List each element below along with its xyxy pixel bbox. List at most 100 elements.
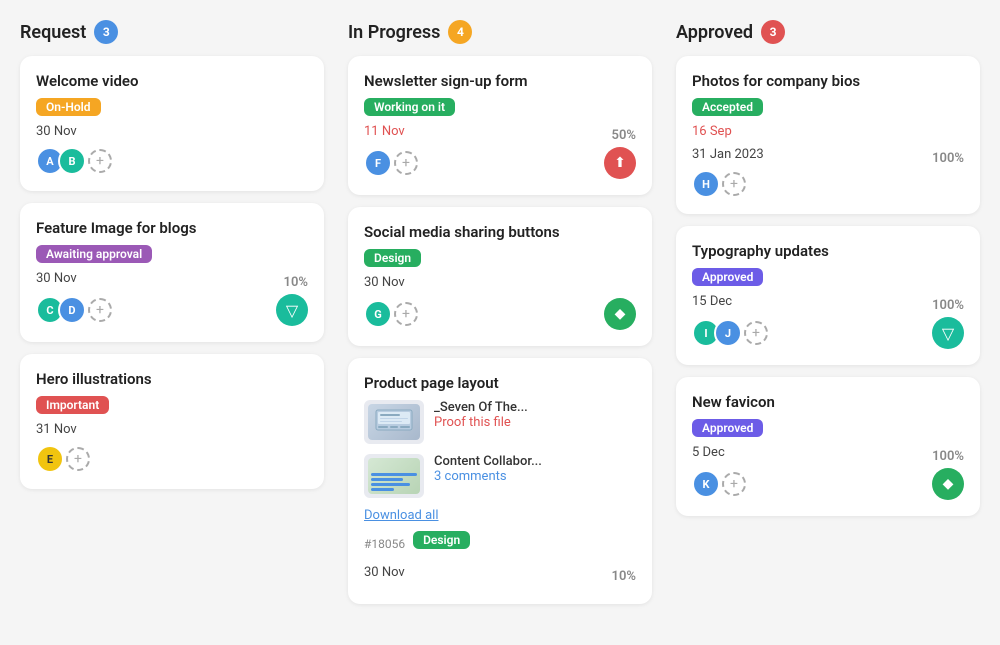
file-thumbnail-2 [364,454,424,498]
file-item-1: _Seven Of The... Proof this file [364,400,636,444]
card-typography: Typography updates Approved 15 Dec 100% … [676,226,980,365]
column-header-approved: Approved 3 [676,20,980,44]
card-avatar-row: K + ◆ [692,468,964,500]
file-info-2: Content Collabor... 3 comments [434,454,542,484]
percent-label: 50% [612,128,636,143]
add-avatar-button[interactable]: + [88,298,112,322]
card-avatar-row: I J + ▽ [692,317,964,349]
card-title: Product page layout [364,374,636,392]
column-title-request: Request [20,22,86,43]
card-date-row: 5 Dec 100% [692,445,964,468]
kanban-board: Request 3 Welcome video On-Hold 30 Nov A… [20,20,980,616]
column-badge-request: 3 [94,20,118,44]
card-title: Photos for company bios [692,72,964,90]
percent-label: 10% [284,275,308,290]
percent-label: 100% [932,298,964,313]
add-avatar-button[interactable]: + [394,151,418,175]
priority-icon: ▽ [932,317,964,349]
file-thumbnail-1 [364,400,424,444]
card-date: 30 Nov [364,565,405,580]
file-info-1: _Seven Of The... Proof this file [434,400,528,430]
card-title: Welcome video [36,72,308,90]
add-avatar-button[interactable]: + [744,321,768,345]
avatar-group: A B + [36,147,112,175]
card-title: Typography updates [692,242,964,260]
percent-label: 10% [612,569,636,584]
tag-working-on-it: Working on it [364,98,455,116]
card-avatar-row: H + [692,170,964,198]
file-item-2: Content Collabor... 3 comments [364,454,636,498]
avatar: F [364,149,392,177]
tag-awaiting-approval: Awaiting approval [36,245,152,263]
card-footer: 30 Nov 10% [364,565,636,588]
card-footer: 30 Nov 10% [36,271,308,294]
card-title: Social media sharing buttons [364,223,636,241]
card-date2: 31 Jan 2023 [692,147,764,162]
column-header-request: Request 3 [20,20,324,44]
add-avatar-button[interactable]: + [722,472,746,496]
avatar: J [714,319,742,347]
screen-preview [368,404,420,440]
chart-preview [368,458,420,494]
card-social-media: Social media sharing buttons Design 30 N… [348,207,652,346]
tag-approved-2: Approved [692,419,763,437]
column-header-inprogress: In Progress 4 [348,20,652,44]
card-favicon: New favicon Approved 5 Dec 100% K + ◆ [676,377,980,516]
card-date: 31 Nov [36,422,308,437]
avatar: G [364,300,392,328]
avatar-group: H + [692,170,746,198]
proof-link[interactable]: Proof this file [434,415,528,430]
add-avatar-button[interactable]: + [66,447,90,471]
card-title: Newsletter sign-up form [364,72,636,90]
card-welcome-video: Welcome video On-Hold 30 Nov A B + [20,56,324,191]
avatar: K [692,470,720,498]
tag-on-hold: On-Hold [36,98,101,116]
add-avatar-button[interactable]: + [88,149,112,173]
percent-label: 100% [932,449,964,464]
card-footer: A B + [36,147,308,175]
column-badge-approved: 3 [761,20,785,44]
comments-link[interactable]: 3 comments [434,469,542,484]
file-name: _Seven Of The... [434,400,528,415]
avatar-group: F + [364,149,418,177]
avatar: H [692,170,720,198]
card-newsletter: Newsletter sign-up form Working on it 11… [348,56,652,195]
card-date-row: 15 Dec 100% [692,294,964,317]
file-name: Content Collabor... [434,454,542,469]
card-date: 5 Dec [692,445,725,460]
avatar: B [58,147,86,175]
priority-icon: ◆ [604,298,636,330]
card-date-row: 11 Nov 50% [364,124,636,147]
card-date-red: 16 Sep [692,124,964,139]
card-product-page: Product page layout [348,358,652,604]
column-title-approved: Approved [676,22,753,43]
priority-icon: ⬆ [604,147,636,179]
card-title: Feature Image for blogs [36,219,308,237]
card-title: Hero illustrations [36,370,308,388]
card-date2-row: 31 Jan 2023 100% [692,147,964,170]
card-date: 15 Dec [692,294,732,309]
column-inprogress: In Progress 4 Newsletter sign-up form Wo… [348,20,652,616]
tag-design: Design [364,249,421,267]
column-badge-inprogress: 4 [448,20,472,44]
avatar-group: C D + [36,296,112,324]
add-avatar-button[interactable]: + [722,172,746,196]
card-date: 30 Nov [36,271,77,286]
avatar: D [58,296,86,324]
column-approved: Approved 3 Photos for company bios Accep… [676,20,980,616]
download-all-link[interactable]: Download all [364,508,636,523]
card-date: 30 Nov [36,124,308,139]
card-title: New favicon [692,393,964,411]
tag-row: #18056 Design [364,531,636,557]
avatar: E [36,445,64,473]
tag-important: Important [36,396,109,414]
avatar-group: I J + [692,319,768,347]
issue-id: #18056 [364,537,405,551]
column-request: Request 3 Welcome video On-Hold 30 Nov A… [20,20,324,616]
card-feature-image: Feature Image for blogs Awaiting approva… [20,203,324,342]
avatar-group: K + [692,470,746,498]
add-avatar-button[interactable]: + [394,302,418,326]
card-footer: E + [36,445,308,473]
card-date: 11 Nov [364,124,405,139]
percent-label: 100% [932,151,964,166]
